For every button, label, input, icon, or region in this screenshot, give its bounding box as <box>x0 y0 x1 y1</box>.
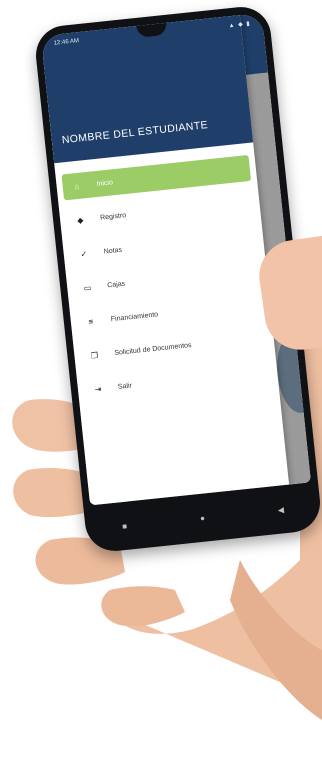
status-time: 12:46 AM <box>53 38 80 47</box>
student-name: NOMBRE DEL ESTUDIANTE <box>61 119 209 147</box>
menu-item-label: Registro <box>99 211 127 222</box>
recent-apps-button[interactable]: ■ <box>122 521 128 530</box>
menu-item-label: Notas <box>103 246 123 256</box>
back-button[interactable]: ◀ <box>277 505 284 515</box>
check-circle-icon: ✓ <box>80 248 88 259</box>
drawer-menu: ⌂ Inicio ◆ Registro ✓ Notas ▭ Cajas ≡ Fi… <box>61 154 273 411</box>
card-icon: ▭ <box>83 282 92 293</box>
menu-item-label: Solicitud de Documentos <box>114 341 192 357</box>
logout-icon: ⇥ <box>94 384 102 394</box>
menu-item-label: Cajas <box>106 280 126 289</box>
list-icon: ≡ <box>88 316 94 327</box>
menu-item-label: Inicio <box>96 178 114 188</box>
status-icons: ▲ ◆ ▮ <box>228 21 252 30</box>
menu-item-label: Salir <box>117 381 133 391</box>
documents-icon: ❐ <box>90 350 99 360</box>
home-icon: ⌂ <box>73 181 80 191</box>
menu-item-label: Financiamiento <box>110 310 159 323</box>
registro-icon: ◆ <box>76 215 84 225</box>
home-button[interactable]: ● <box>200 513 206 522</box>
